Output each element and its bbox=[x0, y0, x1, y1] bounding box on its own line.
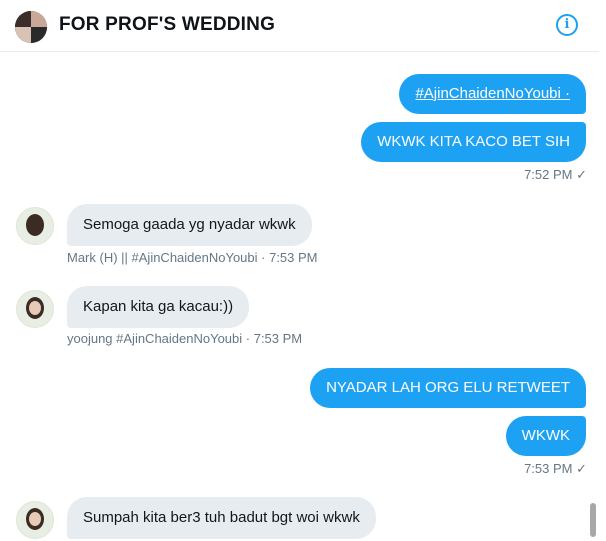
conversation-title: FOR PROF'S WEDDING bbox=[59, 14, 276, 35]
incoming-message[interactable]: Sumpah kita ber3 tuh badut bgt woi wkwk bbox=[67, 497, 376, 539]
incoming-message[interactable]: Kapan kita ga kacau:)) bbox=[67, 286, 250, 328]
hashtag-link[interactable]: #AjinChaidenNoYoubi · bbox=[415, 85, 570, 102]
outgoing-message[interactable]: WKWK bbox=[505, 416, 586, 456]
message-timestamp: 7:52 PM ✓ bbox=[524, 167, 587, 182]
outgoing-message[interactable]: NYADAR LAH ORG ELU RETWEET bbox=[310, 368, 586, 408]
sender-avatar[interactable] bbox=[16, 290, 54, 328]
scrollbar-thumb[interactable] bbox=[590, 503, 596, 537]
message-timestamp: 7:53 PM ✓ bbox=[524, 461, 587, 476]
incoming-message[interactable]: Semoga gaada yg nyadar wkwk bbox=[67, 204, 312, 246]
group-avatar[interactable] bbox=[15, 11, 47, 43]
sender-avatar[interactable] bbox=[16, 207, 54, 245]
message-meta: Mark (H) || #AjinChaidenNoYoubi · 7:53 P… bbox=[67, 250, 318, 265]
avatar-image bbox=[26, 214, 44, 236]
message-meta: yoojung #AjinChaidenNoYoubi · 7:53 PM bbox=[67, 331, 303, 346]
sender-avatar[interactable] bbox=[16, 501, 54, 539]
outgoing-message[interactable]: #AjinChaidenNoYoubi · bbox=[399, 74, 586, 114]
outgoing-message[interactable]: WKWK KITA KACO BET SIH bbox=[361, 122, 586, 162]
conversation-header: FOR PROF'S WEDDING i bbox=[0, 0, 599, 52]
info-icon[interactable]: i bbox=[556, 14, 578, 36]
